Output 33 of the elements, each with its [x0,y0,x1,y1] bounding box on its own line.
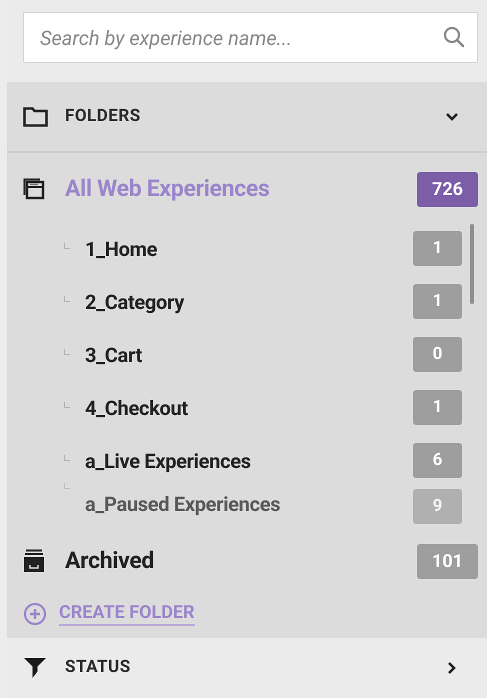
count-badge: 726 [417,172,478,206]
filter-icon [23,657,47,679]
subfolder-item[interactable]: 1_Home [85,234,413,264]
count-badge: 6 [413,443,462,478]
elbow-icon [64,348,70,354]
elbow-icon [64,483,70,489]
subfolder-item[interactable]: 2_Category [85,286,413,316]
subfolder-item[interactable]: a_Paused Experiences [85,489,413,519]
count-badge: 9 [413,489,462,524]
count-badge: 1 [413,284,462,319]
elbow-icon [64,402,70,408]
window-icon [23,178,45,200]
scrollbar[interactable] [470,224,474,304]
subfolder-item[interactable]: 3_Cart [85,340,413,370]
add-circle-icon [23,602,47,626]
subfolder-item[interactable]: a_Live Experiences [85,446,413,476]
folder-item[interactable]: Archived [65,544,417,578]
elbow-icon [64,242,70,248]
section-title: FOLDERS [65,104,141,128]
elbow-icon [64,296,70,302]
search-icon [442,25,466,49]
count-badge: 1 [413,390,462,425]
subfolder-item[interactable]: 4_Checkout [85,392,413,422]
count-badge: 0 [413,337,462,372]
section-title: STATUS [65,656,131,680]
status-header[interactable]: STATUS [7,638,487,698]
archive-icon [23,549,45,573]
folder-icon [23,106,48,126]
count-badge: 1 [413,231,462,266]
search-field[interactable]: Search by experience name... [23,12,478,63]
folders-header[interactable]: FOLDERS [7,82,487,153]
count-badge: 101 [417,544,478,578]
elbow-icon [64,454,70,460]
